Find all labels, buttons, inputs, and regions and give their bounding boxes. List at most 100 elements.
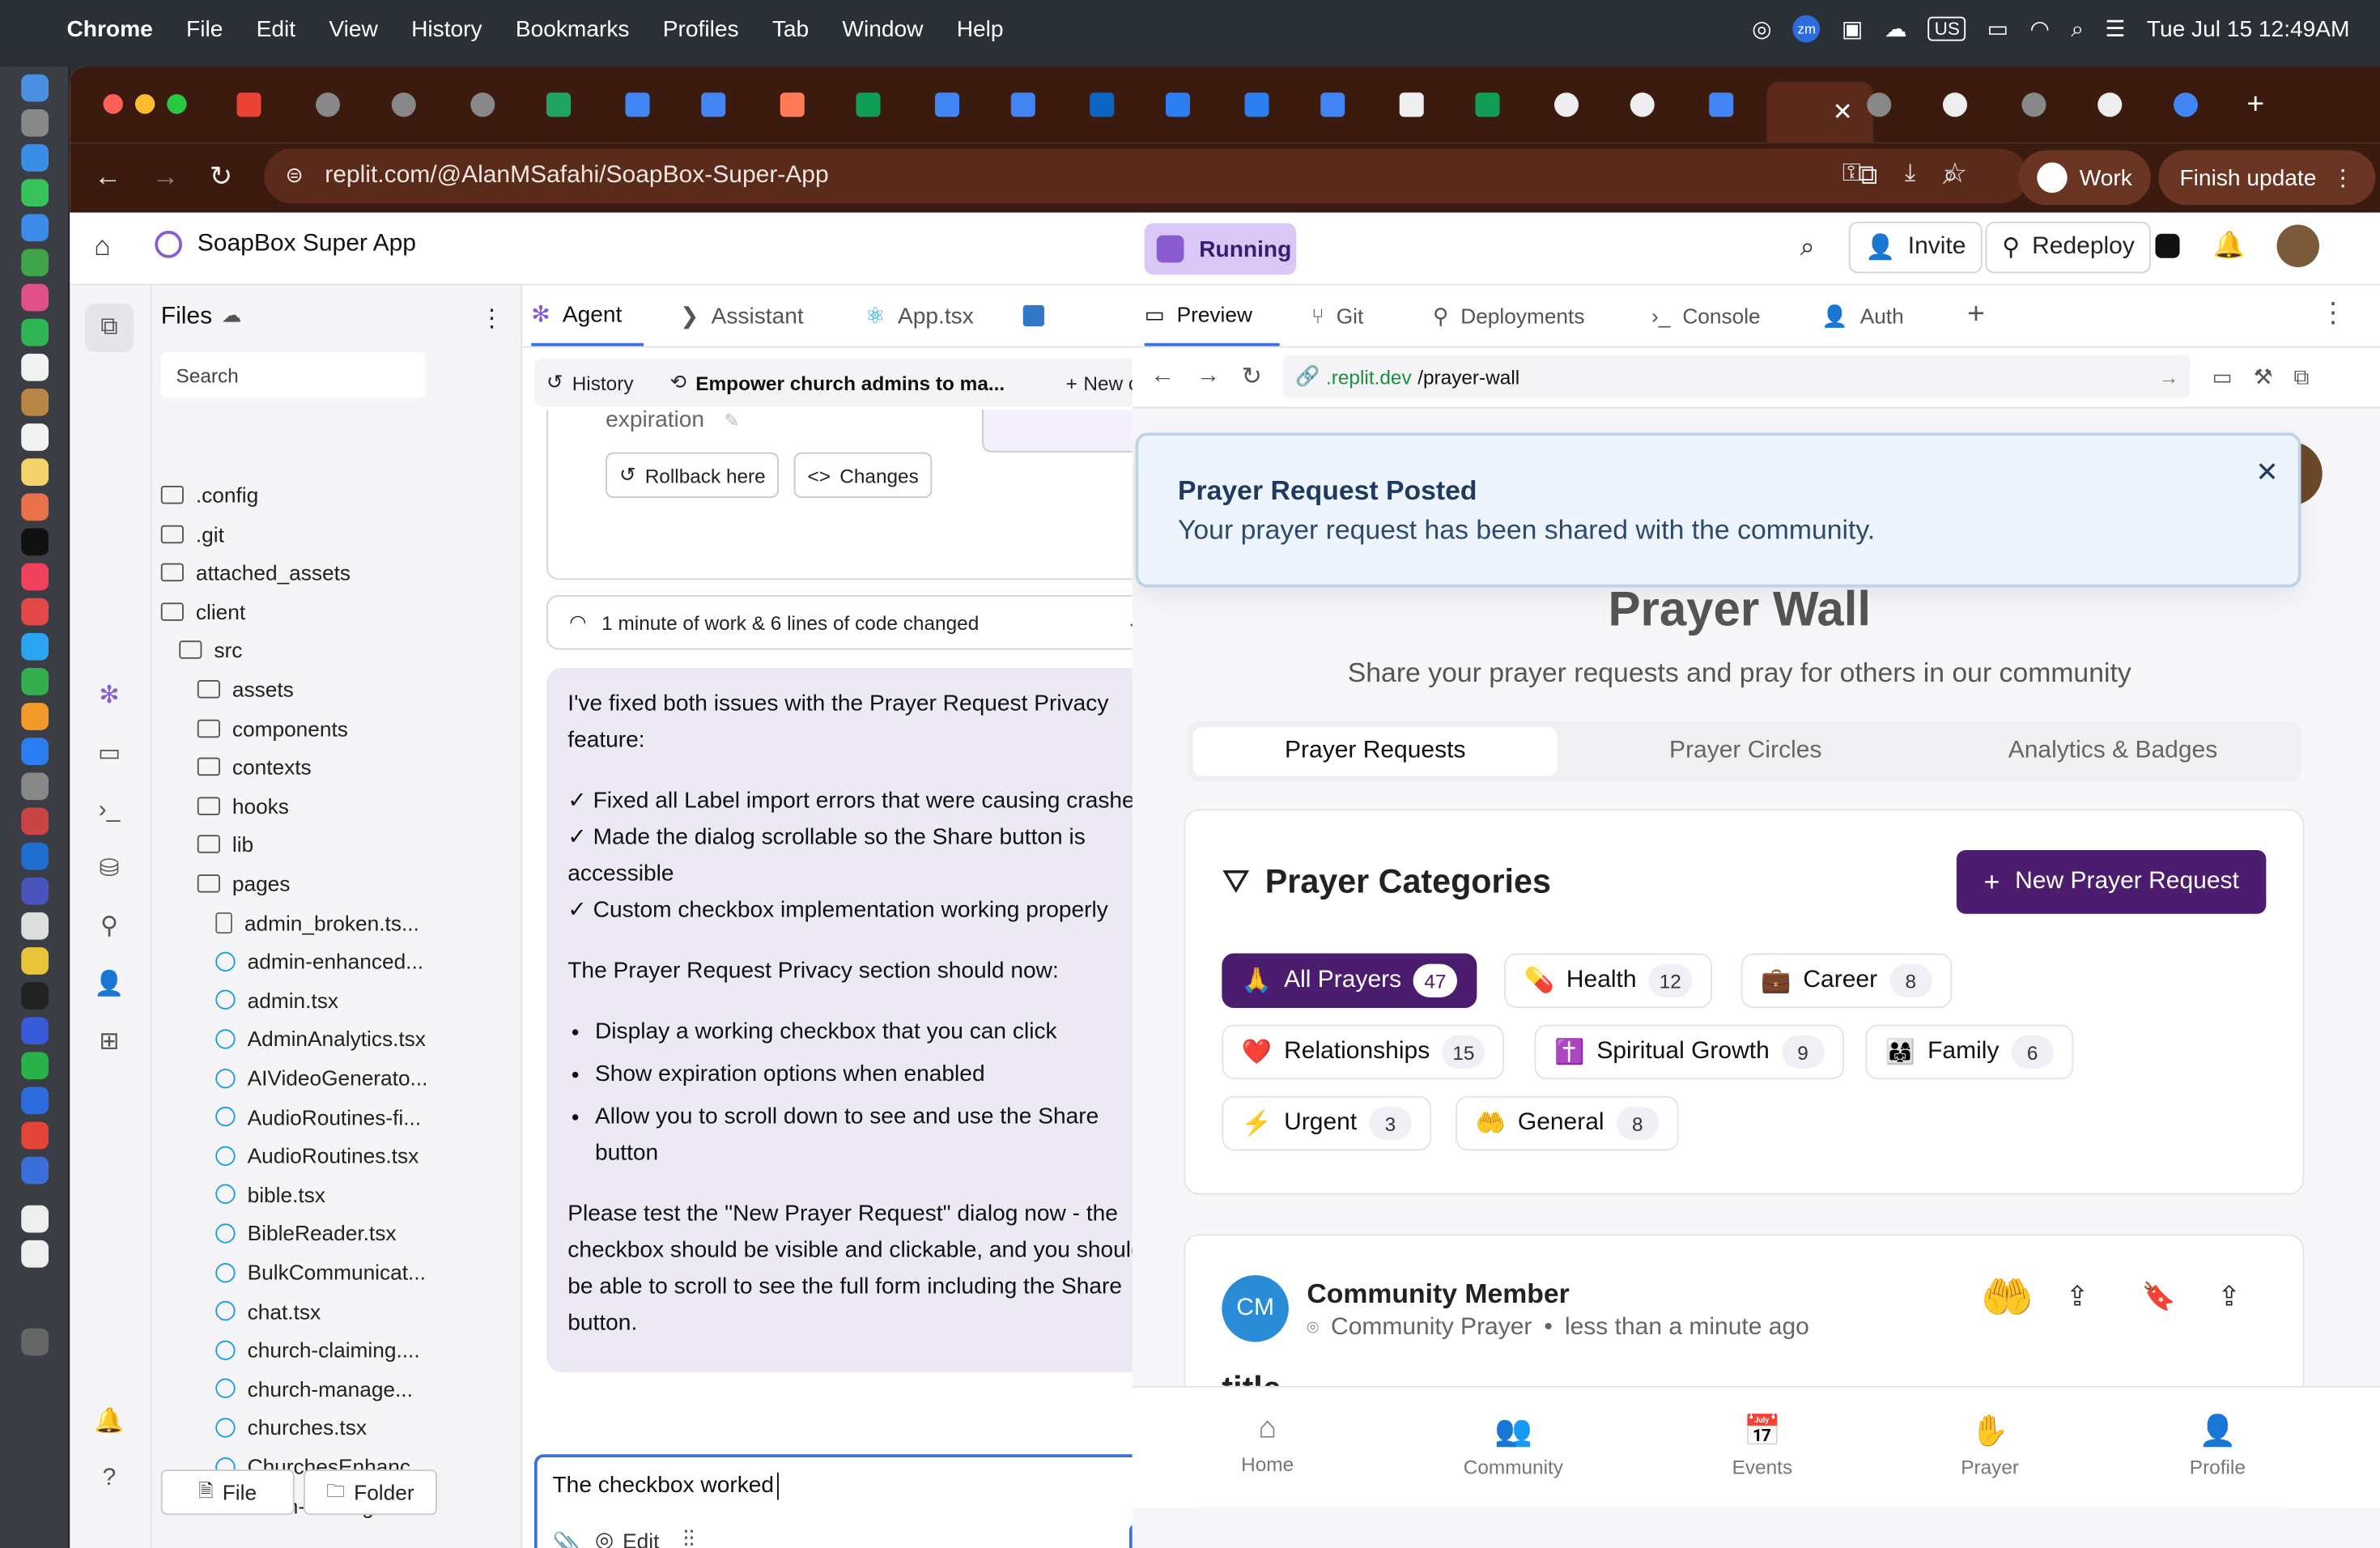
input-source[interactable]: US <box>1928 16 1966 41</box>
files-menu-icon[interactable]: ⋮ <box>480 304 504 334</box>
browser-tab[interactable] <box>990 82 1057 127</box>
document-icon[interactable] <box>21 1240 49 1268</box>
preview-tool-icon[interactable]: ▭ <box>91 735 128 772</box>
calendar-icon[interactable] <box>21 353 49 381</box>
folder-item[interactable]: .config <box>160 483 258 507</box>
extensions-icon[interactable]: ⧉ <box>1858 159 1877 191</box>
browser-tab[interactable] <box>2076 82 2144 127</box>
whatsapp-icon[interactable] <box>21 1052 49 1080</box>
tab-app-tsx[interactable]: ⚛ App.tsx <box>865 286 974 347</box>
category-health[interactable]: 💊 Health 12 <box>1504 953 1712 1008</box>
browser-tab[interactable] <box>680 82 747 127</box>
browser-tab[interactable] <box>1069 82 1136 127</box>
browser-tab[interactable] <box>2153 82 2220 127</box>
category-general[interactable]: 🤲 General 8 <box>1456 1095 1679 1151</box>
add-tab-icon[interactable]: + <box>1967 298 1985 333</box>
tab-console[interactable]: ›_ Console <box>1651 286 1761 347</box>
user-avatar[interactable] <box>2276 224 2319 267</box>
back-icon[interactable]: ← <box>94 161 121 193</box>
nav-events[interactable]: 📅 Events <box>1694 1412 1831 1479</box>
browser-tab[interactable] <box>371 82 438 127</box>
file-item[interactable]: chat.tsx <box>215 1299 321 1323</box>
music-icon[interactable] <box>21 563 49 591</box>
file-item[interactable]: churches.tsx <box>215 1415 367 1440</box>
layout-icon[interactable] <box>2155 233 2180 258</box>
tab-search-icon[interactable]: ⌕ <box>1943 159 1958 191</box>
control-center-icon[interactable]: ☰ <box>2105 15 2125 43</box>
browser-tab[interactable] <box>1846 82 1913 127</box>
menu-bookmarks[interactable]: Bookmarks <box>516 16 630 42</box>
folder-item[interactable]: attached_assets <box>160 560 351 585</box>
tab-agent[interactable]: ✻ Agent <box>531 286 644 347</box>
project-name[interactable]: SoapBox Super App <box>198 231 416 258</box>
app-icon[interactable] <box>21 912 49 940</box>
open-external-icon[interactable]: ⧉ <box>2294 364 2310 389</box>
chat-title[interactable]: Empower church admins to ma... <box>695 371 1005 393</box>
forward-icon[interactable]: → <box>152 161 180 193</box>
browser-tab[interactable] <box>1922 82 1989 127</box>
files-search-input[interactable]: Search <box>160 352 425 398</box>
clock[interactable]: Tue Jul 15 12:49AM <box>2147 16 2350 42</box>
photos-icon[interactable] <box>21 283 49 312</box>
chrome-dock-icon[interactable] <box>21 1121 49 1150</box>
trash-icon[interactable] <box>21 1328 49 1356</box>
notes-icon[interactable] <box>21 458 49 486</box>
freeform-icon[interactable] <box>21 493 49 521</box>
attach-icon[interactable]: 📎 <box>553 1530 581 1548</box>
messages-icon[interactable] <box>21 179 49 206</box>
news-icon[interactable] <box>21 598 49 626</box>
tab-auth[interactable]: 👤 Auth <box>1821 286 1904 347</box>
preview-reload-icon[interactable]: ↻ <box>1242 361 1262 392</box>
file-item[interactable]: church-manage... <box>215 1376 413 1401</box>
settings-icon[interactable] <box>21 772 49 801</box>
post-author[interactable]: Community Member <box>1307 1278 1569 1310</box>
seg-tab-prayer-circles[interactable]: Prayer Circles <box>1563 727 1927 776</box>
profile-chip[interactable]: Work <box>2018 150 2151 206</box>
run-status[interactable]: Running <box>1144 223 1297 275</box>
folder-item[interactable]: client <box>160 599 245 623</box>
browser-tab[interactable] <box>449 82 516 127</box>
keynote-icon[interactable] <box>21 632 49 661</box>
outlook-dock-icon[interactable] <box>21 842 49 870</box>
new-prayer-request-button[interactable]: + New Prayer Request <box>1956 850 2267 914</box>
go-icon[interactable]: → <box>2159 365 2178 388</box>
file-item[interactable]: admin_broken.ts... <box>215 910 419 934</box>
browser-tab[interactable] <box>2000 82 2068 127</box>
menu-profiles[interactable]: Profiles <box>663 16 739 42</box>
seg-tab-analytics[interactable]: Analytics & Badges <box>1931 727 2295 776</box>
folder-item[interactable]: components <box>197 716 348 740</box>
status-icon[interactable]: ◎ <box>1752 15 1772 43</box>
battery-icon[interactable]: ▭ <box>1987 15 2009 43</box>
devtools-icon[interactable]: ⚒ <box>2254 364 2273 389</box>
file-item[interactable]: admin.tsx <box>215 988 338 1012</box>
nav-home[interactable]: ⌂ Home <box>1199 1412 1336 1476</box>
edit-mode-button[interactable]: ◎ Edit <box>595 1527 659 1548</box>
redeploy-button[interactable]: ⚲ Redeploy <box>1985 221 2152 274</box>
new-folder-button[interactable]: 🗀 Folder <box>304 1469 437 1516</box>
browser-tab[interactable] <box>604 82 671 127</box>
file-item[interactable]: AudioRoutines.tsx <box>215 1143 419 1167</box>
category-spiritual-growth[interactable]: ✝️ Spiritual Growth 9 <box>1534 1024 1844 1080</box>
files-tool-icon[interactable]: ⧉ <box>85 304 134 352</box>
deploy-tool-icon[interactable]: ⚲ <box>91 908 128 944</box>
folder-item[interactable]: .git <box>160 521 224 546</box>
safari-icon[interactable] <box>21 144 49 172</box>
terminal-icon[interactable] <box>21 982 49 1010</box>
wifi-icon[interactable]: ◠ <box>2030 15 2051 43</box>
menu-view[interactable]: View <box>329 16 377 42</box>
finder-icon[interactable] <box>21 74 49 102</box>
help-icon[interactable]: ? <box>91 1461 128 1497</box>
app-icon[interactable] <box>21 1017 49 1044</box>
category-urgent[interactable]: ⚡ Urgent 3 <box>1222 1095 1432 1151</box>
folder-item[interactable]: hooks <box>197 793 289 818</box>
menu-app-name[interactable]: Chrome <box>67 16 153 42</box>
omnibox[interactable]: ⊜ replit.com/@AlanMSafahi/SoapBox-Super-… <box>264 148 2028 204</box>
numbers-icon[interactable] <box>21 668 49 695</box>
reminders-icon[interactable] <box>21 423 49 451</box>
database-tool-icon[interactable]: ⛁ <box>91 850 128 887</box>
file-item[interactable]: AudioRoutines-fi... <box>215 1104 421 1129</box>
preview-forward-icon[interactable]: → <box>1196 363 1221 390</box>
checkpoint-thumbnail[interactable] <box>982 410 1146 453</box>
launchpad-icon[interactable] <box>21 109 49 137</box>
file-item[interactable]: admin-enhanced... <box>215 949 423 973</box>
